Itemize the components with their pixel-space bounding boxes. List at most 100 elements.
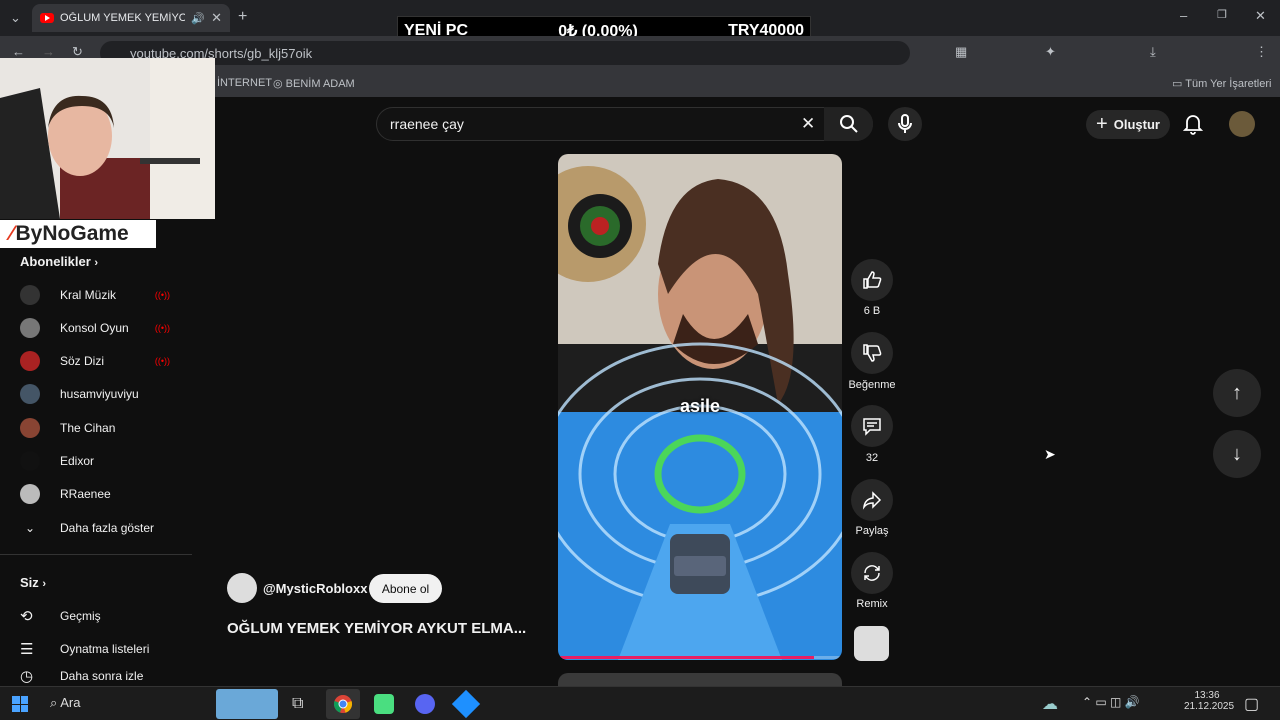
short-title[interactable]: OĞLUM YEMEK YEMİYOR AYKUT ELMA... [227,620,526,637]
downloads-icon[interactable]: ⤓ [1150,44,1156,60]
clear-search-icon[interactable]: ✕ [801,114,815,134]
subscribe-button[interactable]: Abone ol [369,574,442,603]
sidebar-item-channel[interactable]: Edixor [0,445,192,478]
share-label: Paylaş [855,525,889,537]
app-green-icon[interactable] [374,694,394,714]
tab-active[interactable]: OĞLUM YEMEK YEMİYOR A 🔊 ✕ [32,4,230,32]
bookmark-internet[interactable]: İNTERNET [217,77,272,89]
bynogame-logo-icon: ⁄ [10,222,14,245]
account-avatar[interactable] [1229,111,1255,137]
bookmark-benim-adam[interactable]: ◎ BENİM ADAM [273,77,355,90]
back-icon[interactable]: ← [12,44,25,59]
chrome-taskbar-button[interactable] [326,689,360,719]
webcam-overlay [0,58,215,219]
live-indicator-icon: ((•)) [154,356,170,367]
remix-label: Remix [856,598,888,610]
tab-search-icon[interactable]: ⌄ [10,10,21,26]
sidebar-item-history[interactable]: ⟲ Geçmiş [0,599,192,632]
short-video-player[interactable]: asile [558,154,842,660]
next-short-button[interactable]: ↓ [1213,430,1261,478]
notifications-button[interactable] [1182,113,1204,140]
browser-menu-icon[interactable]: ⋮ [1255,44,1268,60]
create-label: Oluştur [1113,117,1160,132]
weather-icon[interactable]: ☁ [1042,694,1058,714]
remix-icon [864,565,880,581]
maximize-icon[interactable]: ❐ [1217,8,1227,21]
search-value: rraenee çay [390,116,464,132]
dislike-button[interactable] [851,332,893,374]
sidebar-item-channel[interactable]: Kral Müzik ((•)) [0,278,192,311]
sound-thumbnail[interactable] [854,626,889,661]
sidebar-item-channel[interactable]: husamviyuviyu [0,378,192,411]
sidebar-item-label: Konsol Oyun [60,320,129,335]
clock[interactable]: 13:36 21.12.2025 [1184,690,1234,712]
all-bookmarks[interactable]: ▭ Tüm Yer İşaretleri [1172,77,1271,90]
mouse-cursor-icon: ➤ [1044,446,1056,462]
sidebar-item-channel[interactable]: RRaenee [0,478,192,511]
notification-center-icon[interactable]: ▢ [1244,694,1259,714]
app-blue-icon[interactable] [451,689,481,719]
you-heading[interactable]: Siz › [20,575,46,590]
extension-icon[interactable]: ▦ [955,44,967,60]
sidebar-item-playlists[interactable]: ☰ Oynatma listeleri [0,632,192,665]
remix-button[interactable] [851,552,893,594]
create-button[interactable]: + Oluştur [1086,110,1170,139]
clock-icon: ◷ [20,667,34,685]
video-caption: asile [679,396,721,416]
comment-count: 32 [865,452,879,464]
live-indicator-icon: ((•)) [154,289,170,300]
comments-button[interactable] [851,405,893,447]
live-indicator-icon: ((•)) [154,322,170,333]
extensions-puzzle-icon[interactable]: ✦ [1045,44,1056,60]
channel-avatar-icon [20,384,40,405]
forward-icon[interactable]: → [42,44,55,59]
sidebar-item-channel[interactable]: The Cihan [0,411,192,444]
taskbar-search[interactable]: ⌕ Ara [50,695,80,711]
sidebar-item-label: Edixor [60,454,95,468]
video-progress-fill [558,656,814,659]
discord-icon[interactable] [415,694,435,714]
arrow-down-icon: ↓ [1232,442,1242,465]
close-window-icon[interactable]: ✕ [1255,8,1266,24]
channel-name[interactable]: @MysticRobloxx [263,581,367,596]
sidebar-item-channel[interactable]: Söz Dizi ((•)) [0,345,192,378]
bell-icon [1182,115,1204,135]
windows-start-icon[interactable] [12,696,28,712]
sidebar-item-label: RRaenee [60,487,111,502]
search-icon [840,115,858,133]
subscriptions-heading[interactable]: Abonelikler › [20,254,98,269]
share-button[interactable] [851,479,893,521]
tray-icons[interactable]: ⌃ ▭ ◫ 🔊 [1082,695,1140,709]
like-button[interactable] [851,259,893,301]
sidebar-item-label: Kral Müzik [60,287,117,302]
channel-avatar[interactable] [227,573,257,603]
speaker-icon[interactable]: 🔊 [191,12,205,25]
search-button[interactable] [824,107,873,141]
new-tab-icon[interactable]: + [238,8,247,26]
minimize-icon[interactable]: – [1180,8,1187,23]
sidebar-item-channel[interactable]: Konsol Oyun ((•)) [0,311,192,344]
search-icon: ⌕ [50,695,58,710]
sidebar-item-watch-later[interactable]: ◷ Daha sonra izle [0,665,192,686]
show-more-button[interactable]: ⌄ Daha fazla göster [0,511,192,544]
history-icon: ⟲ [20,607,33,625]
close-tab-icon[interactable]: ✕ [211,10,222,26]
sidebar-item-label: husamviyuviyu [60,387,139,402]
task-view-icon[interactable]: ⧉ [292,695,303,713]
chevron-down-icon: ⌄ [24,520,36,535]
previous-short-button[interactable]: ↑ [1213,369,1261,417]
share-icon [862,491,882,510]
search-input[interactable]: rraenee çay ✕ [376,107,873,141]
url-input[interactable]: youtube.com/shorts/gb_klj57oik [100,41,910,65]
plus-icon: + [1096,113,1108,135]
search-highlight-image [216,689,278,719]
voice-search-button[interactable] [888,107,922,141]
sidebar-divider [0,554,192,555]
clock-time: 13:36 [1194,690,1220,701]
next-short-preview[interactable] [558,673,842,686]
video-progress-track[interactable] [558,656,842,659]
sidebar-item-label: Söz Dizi [60,354,105,369]
youtube-favicon-icon [40,13,54,23]
mic-icon [898,114,912,133]
tab-title: OĞLUM YEMEK YEMİYOR A [60,12,186,24]
